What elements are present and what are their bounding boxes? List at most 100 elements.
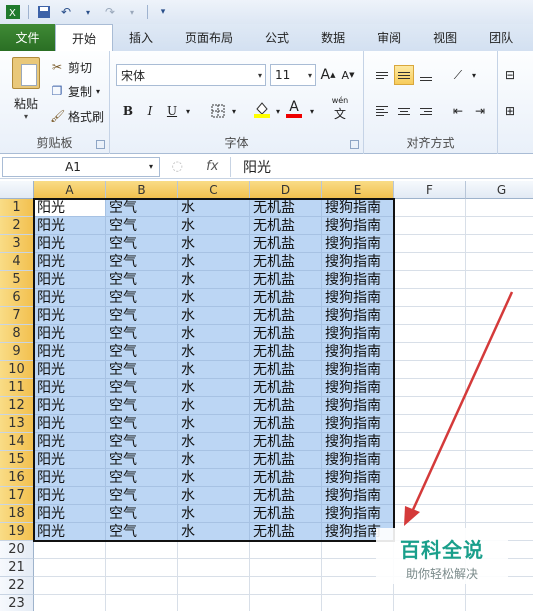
cell-g14[interactable] [466,433,533,451]
cell-g11[interactable] [466,379,533,397]
chevron-down-icon[interactable]: ▾ [178,101,198,121]
cell-d16[interactable]: 无机盐 [250,469,322,487]
tab-view[interactable]: 视图 [417,24,473,51]
column-header-f[interactable]: F [394,181,466,199]
cell-b17[interactable]: 空气 [106,487,178,505]
cell-a4[interactable]: 阳光 [34,253,106,271]
cell-d18[interactable]: 无机盐 [250,505,322,523]
cell-a6[interactable]: 阳光 [34,289,106,307]
row-header-3[interactable]: 3 [0,235,34,253]
cell-e23[interactable] [322,595,394,611]
cell-g23[interactable] [466,595,533,611]
tab-insert[interactable]: 插入 [113,24,169,51]
row-header-4[interactable]: 4 [0,253,34,271]
row-header-23[interactable]: 23 [0,595,34,611]
tab-data[interactable]: 数据 [305,24,361,51]
cell-f14[interactable] [394,433,466,451]
chevron-down-icon[interactable]: ▾ [224,101,244,121]
cell-c1[interactable]: 水 [178,199,250,217]
italic-button[interactable]: I [140,101,160,121]
tab-file[interactable]: 文件 [0,24,55,51]
row-header-9[interactable]: 9 [0,343,34,361]
cell-b15[interactable]: 空气 [106,451,178,469]
cell-f9[interactable] [394,343,466,361]
cell-f12[interactable] [394,397,466,415]
cell-a18[interactable]: 阳光 [34,505,106,523]
cell-a8[interactable]: 阳光 [34,325,106,343]
align-left-button[interactable] [372,101,392,121]
phonetic-guide-button[interactable]: wén 文 [330,96,350,121]
cell-a16[interactable]: 阳光 [34,469,106,487]
row-header-21[interactable]: 21 [0,559,34,577]
cell-d6[interactable]: 无机盐 [250,289,322,307]
cell-a7[interactable]: 阳光 [34,307,106,325]
cell-e15[interactable]: 搜狗指南 [322,451,394,469]
cell-e11[interactable]: 搜狗指南 [322,379,394,397]
cell-b11[interactable]: 空气 [106,379,178,397]
cell-a3[interactable]: 阳光 [34,235,106,253]
cell-e18[interactable]: 搜狗指南 [322,505,394,523]
cell-c7[interactable]: 水 [178,307,250,325]
cell-a9[interactable]: 阳光 [34,343,106,361]
column-header-c[interactable]: C [178,181,250,199]
tab-home[interactable]: 开始 [55,24,114,51]
font-color-button[interactable]: A [284,99,304,119]
font-size-select[interactable]: 11 ▾ [270,64,316,86]
cell-b13[interactable]: 空气 [106,415,178,433]
dialog-launcher-icon[interactable] [350,140,359,149]
cell-c12[interactable]: 水 [178,397,250,415]
cell-e7[interactable]: 搜狗指南 [322,307,394,325]
chevron-down-icon[interactable]: ▾ [123,3,141,21]
row-header-19[interactable]: 19 [0,523,34,541]
cell-c9[interactable]: 水 [178,343,250,361]
cut-button[interactable]: ✂ 剪切 [50,57,92,77]
column-header-d[interactable]: D [250,181,322,199]
cell-c20[interactable] [178,541,250,559]
chevron-down-icon[interactable]: ▾ [302,101,322,121]
cell-d23[interactable] [250,595,322,611]
cell-g10[interactable] [466,361,533,379]
cell-b22[interactable] [106,577,178,595]
cell-c23[interactable] [178,595,250,611]
cell-b14[interactable]: 空气 [106,433,178,451]
cell-d21[interactable] [250,559,322,577]
save-icon[interactable] [35,3,53,21]
cell-a2[interactable]: 阳光 [34,217,106,235]
undo-icon[interactable]: ↶ [57,3,75,21]
cell-g4[interactable] [466,253,533,271]
cell-g9[interactable] [466,343,533,361]
cell-d10[interactable]: 无机盐 [250,361,322,379]
chevron-down-icon[interactable]: ▾ [96,87,100,96]
cell-a1[interactable]: 阳光 [34,199,106,217]
cell-e6[interactable]: 搜狗指南 [322,289,394,307]
cell-c21[interactable] [178,559,250,577]
cell-f5[interactable] [394,271,466,289]
cell-b16[interactable]: 空气 [106,469,178,487]
row-header-13[interactable]: 13 [0,415,34,433]
formula-input[interactable]: 阳光 [230,156,533,177]
row-header-16[interactable]: 16 [0,469,34,487]
cell-f4[interactable] [394,253,466,271]
cell-e16[interactable]: 搜狗指南 [322,469,394,487]
cell-b1[interactable]: 空气 [106,199,178,217]
cell-g7[interactable] [466,307,533,325]
cell-e8[interactable]: 搜狗指南 [322,325,394,343]
cell-e10[interactable]: 搜狗指南 [322,361,394,379]
cell-f17[interactable] [394,487,466,505]
cell-b10[interactable]: 空气 [106,361,178,379]
row-header-6[interactable]: 6 [0,289,34,307]
cell-a15[interactable]: 阳光 [34,451,106,469]
cell-c6[interactable]: 水 [178,289,250,307]
chevron-down-icon[interactable]: ▾ [79,3,97,21]
cell-c18[interactable]: 水 [178,505,250,523]
cell-a13[interactable]: 阳光 [34,415,106,433]
cell-a17[interactable]: 阳光 [34,487,106,505]
cell-c14[interactable]: 水 [178,433,250,451]
cell-b5[interactable]: 空气 [106,271,178,289]
cell-a20[interactable] [34,541,106,559]
font-name-select[interactable]: 宋体 ▾ [116,64,266,86]
cell-b2[interactable]: 空气 [106,217,178,235]
cell-g1[interactable] [466,199,533,217]
column-header-b[interactable]: B [106,181,178,199]
cell-f3[interactable] [394,235,466,253]
